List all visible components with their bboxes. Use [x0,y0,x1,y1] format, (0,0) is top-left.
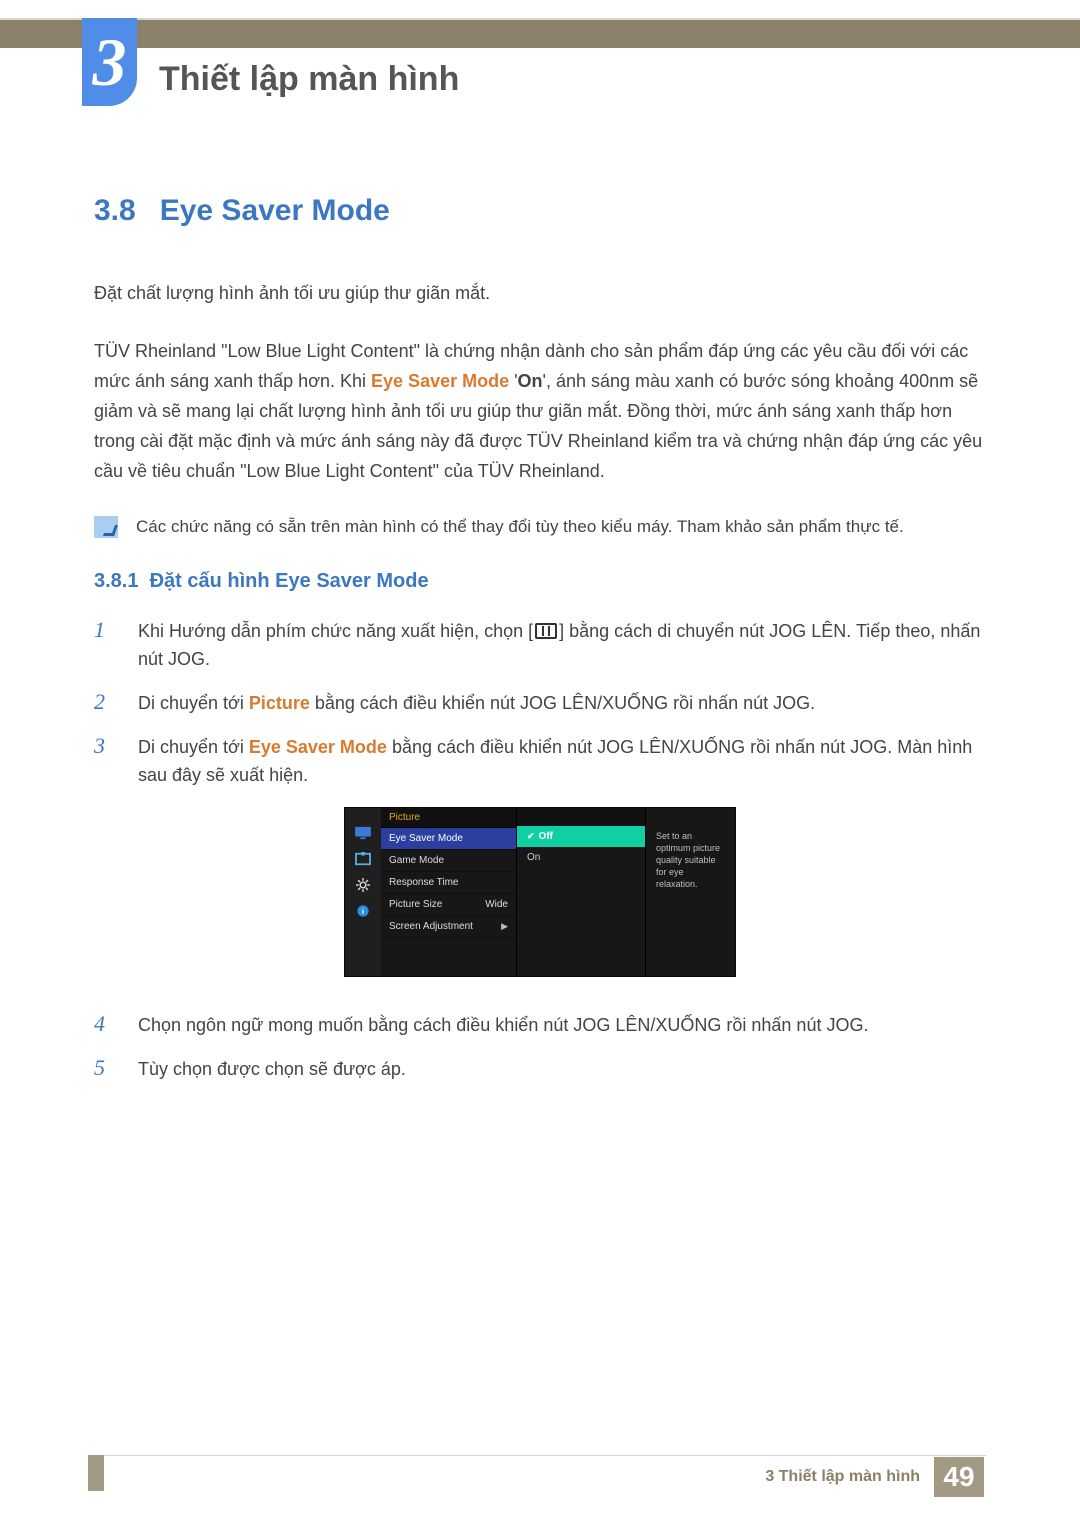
note-icon [94,516,118,538]
osd-item-response-time[interactable]: Response Time [381,872,516,894]
step-number: 3 [94,733,118,789]
osd-item-screen-adjustment[interactable]: Screen Adjustment ▶ [381,916,516,938]
step-number: 4 [94,1011,118,1039]
step-3: 3 Di chuyển tới Eye Saver Mode bằng cách… [94,733,986,789]
body-paragraph: TÜV Rheinland "Low Blue Light Content" l… [94,336,986,486]
chapter-number-badge: 3 [82,18,137,106]
note-text: Các chức năng có sẵn trên màn hình có th… [136,514,904,540]
step-text: Di chuyển tới Picture bằng cách điều khi… [138,689,815,717]
osd-items-column: Picture Eye Saver Mode Game Mode Respons… [381,808,517,976]
osd-category-title: Picture [381,808,516,828]
page-content: 3.8 Eye Saver Mode Đặt chất lượng hình ả… [0,110,1080,1083]
text-run: ' [509,371,517,391]
document-page: 3 Thiết lập màn hình 3.8 Eye Saver Mode … [0,0,1080,1527]
osd-item-label: Picture Size [389,899,442,910]
page-header: 3 Thiết lập màn hình [0,0,1080,110]
osd-figure: i Picture Eye Saver Mode Game Mode Respo… [94,807,986,977]
page-footer: 3 Thiết lập màn hình 49 [0,1455,1080,1499]
osd-options-column: Off On [517,808,645,976]
highlight-eye-saver: Eye Saver Mode [249,737,387,757]
text-run: Khi Hướng dẫn phím chức năng xuất hiện, … [138,621,533,641]
info-icon: i [354,904,372,918]
section-heading: 3.8 Eye Saver Mode [94,194,986,228]
osd-icon-column: i [345,808,381,976]
osd-item-value: Wide [485,899,508,910]
step-4: 4 Chọn ngôn ngữ mong muốn bằng cách điều… [94,1011,986,1039]
step-text: Khi Hướng dẫn phím chức năng xuất hiện, … [138,617,986,673]
section-number: 3.8 [94,194,136,228]
check-icon [527,831,535,842]
footer-rule [88,1455,986,1456]
text-run: Di chuyển tới [138,737,249,757]
page-number: 49 [934,1457,984,1497]
footer-tab [88,1455,104,1491]
osd-option-on[interactable]: On [517,847,645,868]
step-text: Tùy chọn được chọn sẽ được áp. [138,1055,406,1083]
osd-item-game-mode[interactable]: Game Mode [381,850,516,872]
step-text: Chọn ngôn ngữ mong muốn bằng cách điều k… [138,1011,868,1039]
subsection-number: 3.8.1 [94,570,138,592]
osd-item-picture-size[interactable]: Picture Size Wide [381,894,516,916]
step-number: 5 [94,1055,118,1083]
footer-right: 3 Thiết lập màn hình 49 [765,1457,984,1497]
osd-option-off[interactable]: Off [517,826,645,847]
highlight-on: On [518,371,543,391]
step-number: 1 [94,617,118,673]
osd-item-label: Screen Adjustment [389,921,473,932]
step-1: 1 Khi Hướng dẫn phím chức năng xuất hiện… [94,617,986,673]
steps-list-cont: 4 Chọn ngôn ngữ mong muốn bằng cách điều… [94,1011,986,1083]
chapter-title: Thiết lập màn hình [159,26,459,99]
svg-text:i: i [362,907,364,916]
monitor-icon [354,826,372,840]
display-icon [354,852,372,866]
chapter-block: 3 Thiết lập màn hình [82,18,459,106]
steps-list: 1 Khi Hướng dẫn phím chức năng xuất hiện… [94,617,986,789]
osd-options-pad [517,808,645,826]
chevron-right-icon: ▶ [501,921,508,932]
section-title: Eye Saver Mode [160,194,390,228]
subsection-heading: 3.8.1 Đặt cấu hình Eye Saver Mode [94,570,986,593]
menu-grid-icon [535,623,557,639]
highlight-eye-saver: Eye Saver Mode [371,371,509,391]
highlight-picture: Picture [249,693,310,713]
osd-menu: i Picture Eye Saver Mode Game Mode Respo… [344,807,736,977]
osd-description: Set to an optimum picture quality suitab… [645,808,735,976]
osd-item-eye-saver[interactable]: Eye Saver Mode [381,828,516,850]
step-text: Di chuyển tới Eye Saver Mode bằng cách đ… [138,733,986,789]
step-number: 2 [94,689,118,717]
text-run: bằng cách điều khiển nút JOG LÊN/XUỐNG r… [310,693,815,713]
footer-chapter-label: 3 Thiết lập màn hình [765,1468,920,1486]
text-run: Di chuyển tới [138,693,249,713]
step-2: 2 Di chuyển tới Picture bằng cách điều k… [94,689,986,717]
gear-icon [354,878,372,892]
note-block: Các chức năng có sẵn trên màn hình có th… [94,514,986,540]
subsection-title: Đặt cấu hình Eye Saver Mode [150,570,429,592]
step-5: 5 Tùy chọn được chọn sẽ được áp. [94,1055,986,1083]
intro-paragraph: Đặt chất lượng hình ảnh tối ưu giúp thư … [94,278,986,308]
osd-option-label: Off [539,831,553,842]
